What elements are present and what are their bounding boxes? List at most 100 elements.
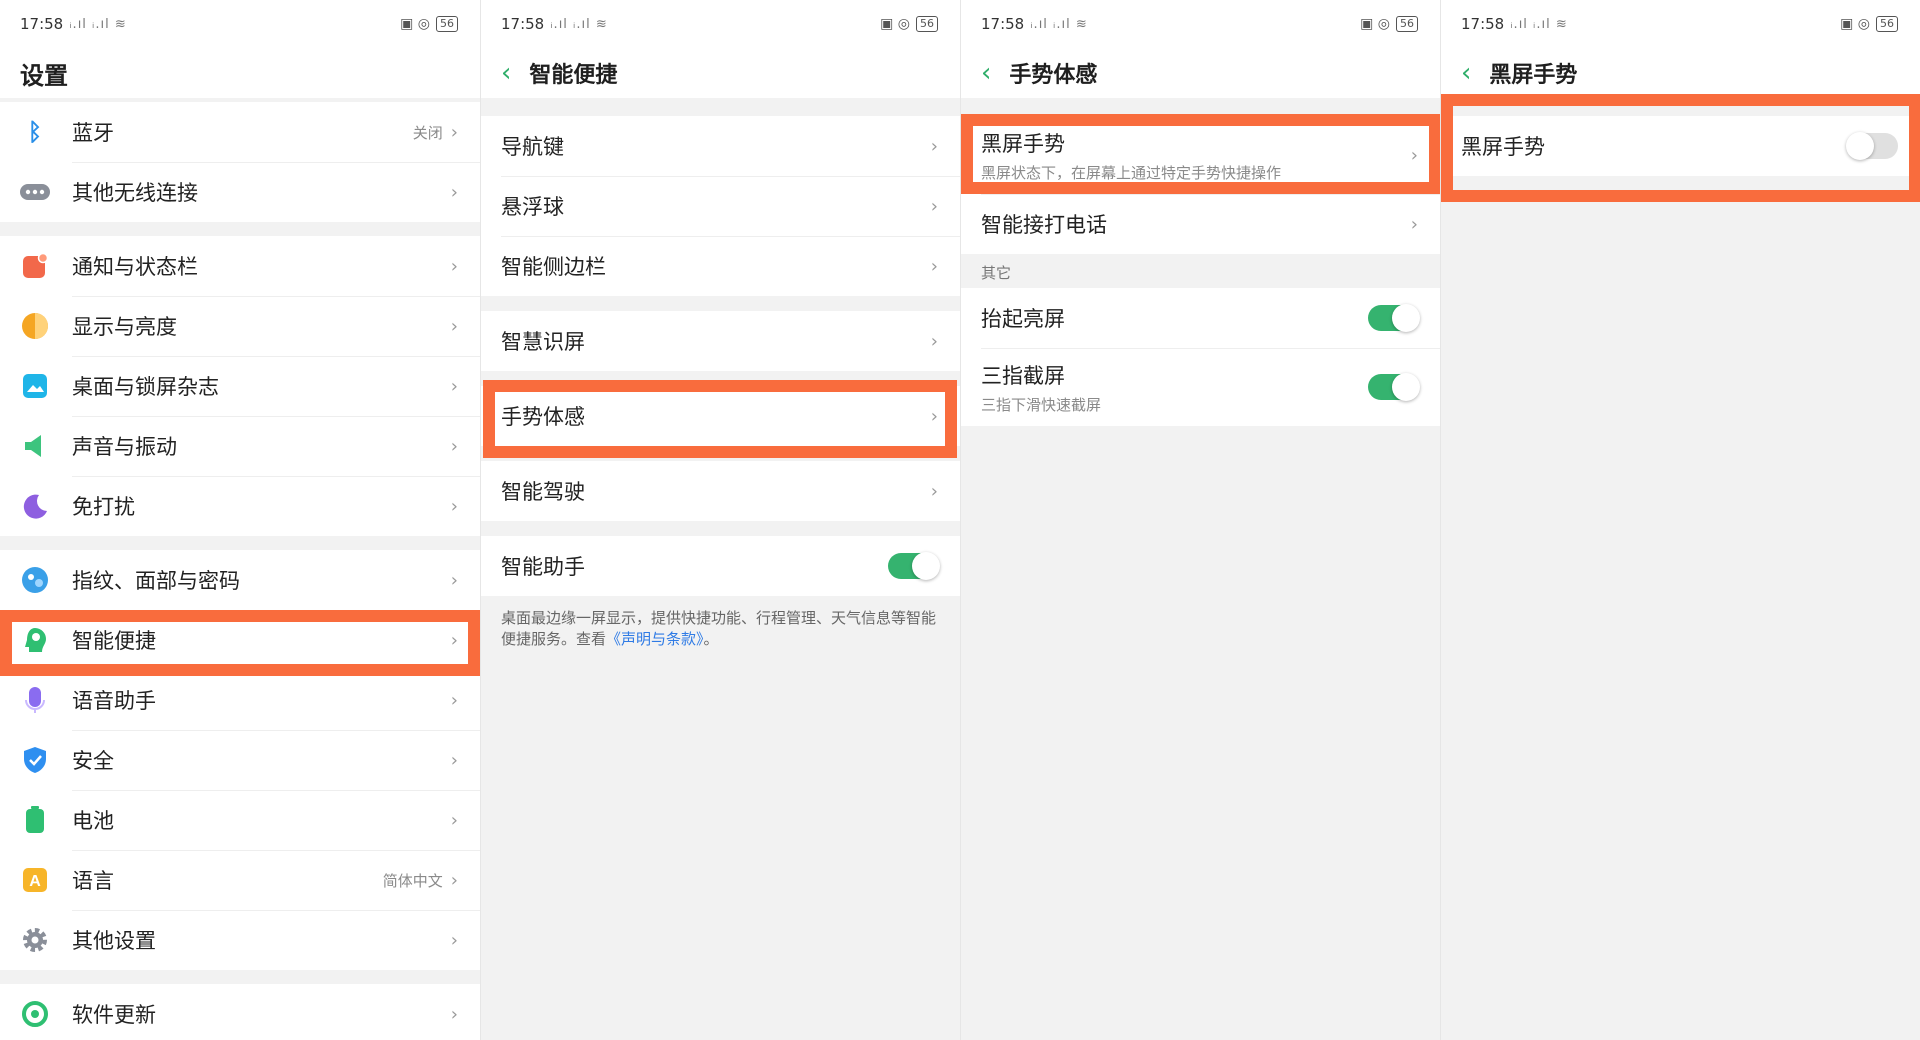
language-icon: A — [20, 865, 50, 895]
moon-icon — [20, 491, 50, 521]
back-arrow-icon[interactable]: ‹ — [501, 60, 511, 86]
item-value: 关闭 — [413, 122, 443, 143]
settings-group-system: 软件更新 › — [0, 984, 480, 1040]
settings-item-other-settings[interactable]: 其他设置 › — [0, 910, 480, 970]
chevron-right-icon: › — [931, 331, 938, 352]
status-time: 17:58 — [1461, 15, 1504, 33]
settings-item-display[interactable]: 显示与亮度 › — [0, 296, 480, 356]
bluetooth-icon: ᛒ — [20, 117, 50, 147]
item-nav-keys[interactable]: 导航键› — [481, 116, 960, 176]
page-title: 手势体感 — [1009, 57, 1097, 89]
chevron-right-icon: › — [1411, 145, 1418, 166]
header: ‹ 智能便捷 — [481, 48, 960, 98]
settings-item-bluetooth[interactable]: ᛒ 蓝牙 关闭 › — [0, 102, 480, 162]
chevron-right-icon: › — [451, 1004, 458, 1025]
page-title: 设置 — [0, 48, 480, 98]
chevron-right-icon: › — [451, 316, 458, 337]
item-label: 抬起亮屏 — [981, 303, 1368, 333]
item-label: 黑屏手势 — [1461, 131, 1848, 161]
item-label: 电池 — [72, 805, 451, 835]
item-subtitle: 黑屏状态下，在屏幕上通过特定手势快捷操作 — [981, 162, 1411, 183]
settings-item-other-wireless[interactable]: 其他无线连接 › — [0, 162, 480, 222]
chevron-right-icon: › — [451, 630, 458, 651]
item-label: 悬浮球 — [501, 191, 931, 221]
item-smart-call[interactable]: 智能接打电话 › — [961, 194, 1440, 254]
back-arrow-icon[interactable]: ‹ — [981, 60, 991, 86]
smart-convenience-panel: 17:58ᵢ.ıl ᵢ.ıl ≋ ▣ ◎56 ‹ 智能便捷 导航键› 悬浮球› … — [480, 0, 960, 1040]
chevron-right-icon: › — [451, 122, 458, 143]
settings-item-smart[interactable]: 智能便捷 › — [0, 610, 480, 670]
item-label: 语言 — [72, 865, 383, 895]
page-title: 智能便捷 — [529, 57, 617, 89]
raise-wake-toggle[interactable] — [1368, 305, 1418, 331]
group-screen-off: 黑屏手势 — [1441, 116, 1920, 176]
status-icons: ▣ ◎ — [880, 16, 910, 32]
settings-item-update[interactable]: 软件更新 › — [0, 984, 480, 1040]
group-recognition: 智慧识屏› — [481, 311, 960, 371]
settings-item-sound[interactable]: 声音与振动 › — [0, 416, 480, 476]
chevron-right-icon: › — [451, 810, 458, 831]
smart-assist-icon — [20, 625, 50, 655]
item-label: 手势体感 — [501, 401, 931, 431]
item-gesture-motion[interactable]: 手势体感› — [481, 386, 960, 446]
screen-off-gesture-toggle[interactable] — [1848, 133, 1898, 159]
status-icons: ▣ ◎ — [1360, 16, 1390, 32]
group-navigation: 导航键› 悬浮球› 智能侧边栏› — [481, 116, 960, 296]
signal-icon: ᵢ.ıl ᵢ.ıl ≋ — [1030, 17, 1088, 32]
assistant-note: 桌面最边缘一屏显示，提供快捷功能、行程管理、天气信息等智能便捷服务。查看《声明与… — [481, 596, 960, 650]
item-label: 智能便捷 — [72, 625, 451, 655]
signal-icon: ᵢ.ıl ᵢ.ıl ≋ — [550, 17, 608, 32]
header: ‹ 手势体感 — [961, 48, 1440, 98]
settings-item-language[interactable]: A 语言 简体中文 › — [0, 850, 480, 910]
speaker-icon — [20, 431, 50, 461]
item-floating-ball[interactable]: 悬浮球› — [481, 176, 960, 236]
chevron-right-icon: › — [931, 406, 938, 427]
settings-item-dnd[interactable]: 免打扰 › — [0, 476, 480, 536]
settings-item-voice[interactable]: 语音助手 › — [0, 670, 480, 730]
item-label: 软件更新 — [72, 999, 451, 1029]
terms-link[interactable]: 《声明与条款》 — [606, 630, 704, 648]
item-label: 智能助手 — [501, 551, 888, 581]
settings-item-battery[interactable]: 电池 › — [0, 790, 480, 850]
item-label: 智能侧边栏 — [501, 251, 931, 281]
item-label: 指纹、面部与密码 — [72, 565, 451, 595]
settings-group-connect: ᛒ 蓝牙 关闭 › 其他无线连接 › — [0, 102, 480, 222]
item-value: 简体中文 — [383, 870, 443, 891]
settings-item-fingerprint[interactable]: 指纹、面部与密码 › — [0, 550, 480, 610]
item-label: 语音助手 — [72, 685, 451, 715]
item-label: 蓝牙 — [72, 117, 413, 147]
chevron-right-icon: › — [451, 256, 458, 277]
item-label: 通知与状态栏 — [72, 251, 451, 281]
item-smart-driving[interactable]: 智能驾驶› — [481, 461, 960, 521]
status-bar: 17:58ᵢ.ıl ᵢ.ıl ≋ ▣ ◎56 — [0, 0, 480, 48]
battery-indicator: 56 — [1396, 16, 1418, 32]
settings-item-security[interactable]: 安全 › — [0, 730, 480, 790]
item-smart-sidebar[interactable]: 智能侧边栏› — [481, 236, 960, 296]
header: ‹ 黑屏手势 — [1441, 48, 1920, 98]
microphone-icon — [20, 685, 50, 715]
status-time: 17:58 — [501, 15, 544, 33]
face-id-icon — [20, 565, 50, 595]
assistant-toggle[interactable] — [888, 553, 938, 579]
group-other: 抬起亮屏 三指截屏 三指下滑快速截屏 — [961, 288, 1440, 426]
item-label: 智能驾驶 — [501, 476, 931, 506]
status-icons: ▣ ◎ — [400, 16, 430, 32]
wallpaper-icon — [20, 371, 50, 401]
back-arrow-icon[interactable]: ‹ — [1461, 60, 1471, 86]
signal-icon: ᵢ.ıl ᵢ.ıl ≋ — [69, 17, 127, 32]
chevron-right-icon: › — [451, 436, 458, 457]
item-label: 其他无线连接 — [72, 177, 451, 207]
three-finger-toggle[interactable] — [1368, 374, 1418, 400]
chevron-right-icon: › — [451, 496, 458, 517]
item-screen-recognition[interactable]: 智慧识屏› — [481, 311, 960, 371]
settings-item-desktop[interactable]: 桌面与锁屏杂志 › — [0, 356, 480, 416]
battery-indicator: 56 — [436, 16, 458, 32]
chevron-right-icon: › — [931, 256, 938, 277]
settings-item-notification[interactable]: 通知与状态栏 › — [0, 236, 480, 296]
status-bar: 17:58ᵢ.ıl ᵢ.ıl ≋ ▣ ◎56 — [481, 0, 960, 48]
item-screen-off-gesture[interactable]: 黑屏手势 黑屏状态下，在屏幕上通过特定手势快捷操作 › — [961, 116, 1440, 194]
item-label: 声音与振动 — [72, 431, 451, 461]
item-label: 桌面与锁屏杂志 — [72, 371, 451, 401]
svg-text:A: A — [29, 873, 41, 890]
chevron-right-icon: › — [451, 570, 458, 591]
